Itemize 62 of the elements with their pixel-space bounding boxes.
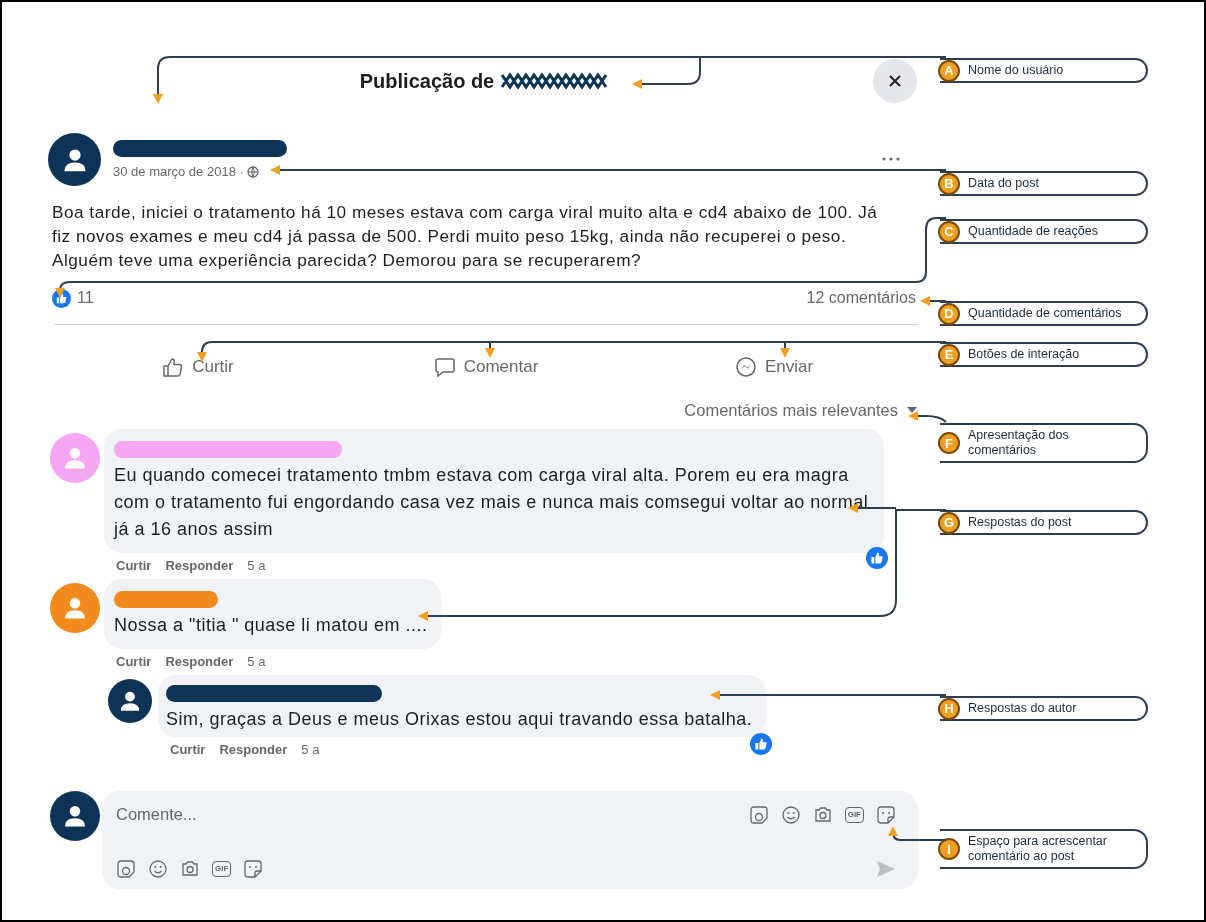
post-date[interactable]: 30 de março de 2018 · xyxy=(113,164,244,179)
sort-dropdown[interactable]: Comentários mais relevantes xyxy=(684,400,918,420)
leader-line xyxy=(888,826,947,841)
close-icon xyxy=(888,74,902,88)
callout-letter-badge: G xyxy=(938,511,960,534)
sticker-face-icon[interactable] xyxy=(876,804,896,825)
comment-action-link[interactable]: Curtir xyxy=(116,557,152,573)
smiley-icon[interactable] xyxy=(780,804,801,825)
callout-letter-badge: C xyxy=(938,220,960,243)
close-button[interactable] xyxy=(873,59,917,103)
comment-count[interactable]: 12 comentários xyxy=(806,289,916,307)
thumbs-up-icon xyxy=(162,356,185,378)
callout-letter-badge: I xyxy=(938,838,960,860)
post-title: Publicação de xyxy=(359,69,495,93)
avatar-icon xyxy=(50,791,100,841)
comment-input-field[interactable]: Comente... GIF GIF xyxy=(102,791,918,889)
messenger-icon xyxy=(734,356,757,378)
callout-text: Respostas do autor xyxy=(968,701,1077,716)
callout-letter-badge: A xyxy=(938,59,960,82)
gif-icon[interactable]: GIF xyxy=(212,861,232,877)
gif-icon[interactable]: GIF xyxy=(844,806,864,823)
callout-letter-badge: H xyxy=(938,697,960,720)
comment-text: Sim, graças a Deus e meus Orixas estou aqui travando essa batalha. xyxy=(166,708,753,731)
post-text: Boa tarde, iniciei o tratamento há 10 meses estava com carga viral muito alta e cd4 abaixo de 100. Já fiz novos exames e meu cd4 já passa de 500. Perdi muito peso 15kg, ainda não recuperei o peso. Alguém teve uma experiência parecida? Demorou para se recuperarem? xyxy=(52,201,879,272)
avatar-sticker-icon[interactable] xyxy=(116,859,136,879)
avatar-icon[interactable] xyxy=(108,679,152,723)
callout-text: Nome do usuário xyxy=(968,63,1064,78)
callout-text: Quantidade de comentários xyxy=(968,306,1122,321)
reaction-count[interactable]: 11 xyxy=(77,289,94,307)
callout-letter-badge: D xyxy=(938,302,960,325)
callout-text: Quantidade de reações xyxy=(968,224,1098,239)
comment-time[interactable]: 5 a xyxy=(301,741,320,757)
comment-action-link[interactable]: Responder xyxy=(219,741,288,757)
comment-action-link[interactable]: Responder xyxy=(165,653,234,669)
sticker-face-icon[interactable] xyxy=(243,859,264,879)
callout-letter-badge: E xyxy=(938,343,960,366)
callout-text: Botões de interação xyxy=(968,347,1080,362)
comment-action-link[interactable]: Curtir xyxy=(116,653,152,669)
action-button[interactable]: Enviar xyxy=(724,350,824,384)
callout-letter-badge: F xyxy=(938,432,960,454)
smiley-icon[interactable] xyxy=(148,859,168,879)
callout-text: Espaço para acrescentar comentário ao post xyxy=(968,834,1108,864)
avatar-icon[interactable] xyxy=(48,133,101,186)
comment-time[interactable]: 5 a xyxy=(247,557,266,573)
comment-action-link[interactable]: Responder xyxy=(165,557,234,573)
speech-bubble-icon xyxy=(433,356,456,378)
callout-text: Apresentação dos comentários xyxy=(968,428,1070,458)
avatar-sticker-icon[interactable] xyxy=(748,804,769,825)
callout-text: Respostas do post xyxy=(968,515,1072,530)
caret-icon xyxy=(906,406,918,414)
comment-time[interactable]: 5 a xyxy=(247,653,266,669)
globe-icon xyxy=(246,165,259,178)
like-reaction-icon xyxy=(52,288,71,308)
comment-action-link[interactable]: Curtir xyxy=(170,741,206,757)
camera-icon[interactable] xyxy=(180,859,200,879)
camera-icon[interactable] xyxy=(812,804,833,825)
callout-text: Data do post xyxy=(968,176,1039,191)
more-options-icon[interactable] xyxy=(882,157,900,161)
action-button[interactable]: Curtir xyxy=(152,350,244,384)
action-button[interactable]: Comentar xyxy=(423,350,549,384)
comment-text: Nossa a "titia " quase li matou em .... xyxy=(114,614,428,637)
callout-letter-badge: B xyxy=(938,172,960,195)
